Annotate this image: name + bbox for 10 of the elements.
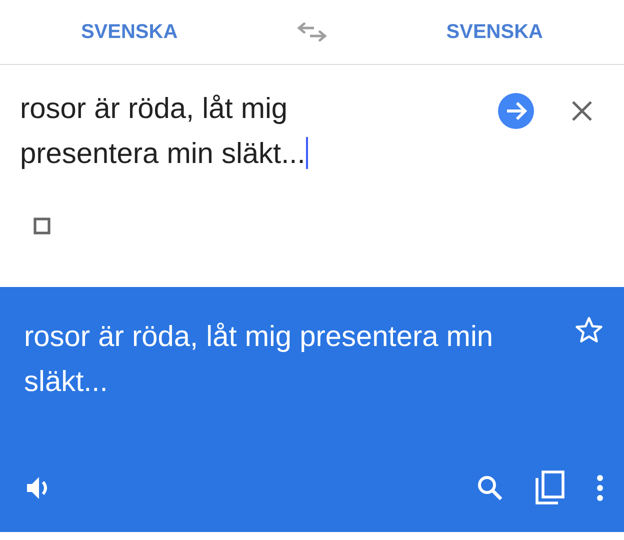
search-icon[interactable] [476, 474, 504, 502]
more-options-icon[interactable] [596, 474, 604, 502]
copy-icon[interactable] [534, 470, 566, 506]
source-language-button[interactable]: SVENSKA [34, 16, 224, 48]
target-language-button[interactable]: SVENSKA [400, 16, 590, 48]
close-icon[interactable] [570, 99, 594, 123]
input-field[interactable]: rosor är röda, låt mig presentera min släkt... [20, 87, 400, 177]
square-icon[interactable] [33, 217, 51, 235]
star-icon[interactable] [574, 315, 604, 345]
translation-text: rosor är röda, låt mig presentera min släkt... [24, 320, 494, 400]
